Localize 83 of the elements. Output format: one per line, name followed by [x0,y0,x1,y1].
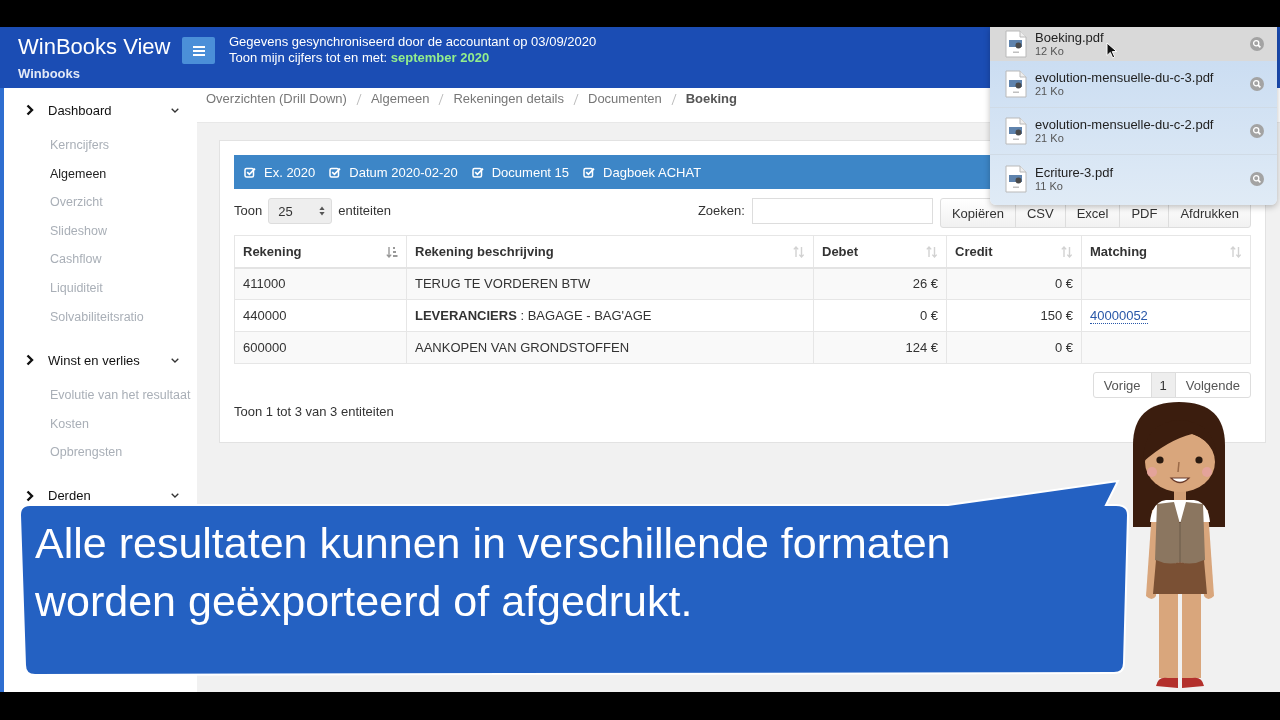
pdf-file-icon [1005,29,1027,58]
file-size: 11 Ko [1035,179,1063,193]
sidebar-section-label[interactable]: Winst en verlies [48,352,171,368]
sidebar-item[interactable]: Algemeen [4,159,197,189]
mouse-pointer-icon [1106,42,1118,59]
table-cell: TERUG TE VORDEREN BTW [406,267,814,300]
company-name: Winbooks [18,66,81,82]
file-name: evolution-mensuelle-du-c-2.pdf [1035,117,1214,132]
table-cell: 440000 [234,299,407,332]
file-name: Boeking.pdf [1035,29,1104,45]
magnifier-icon[interactable] [1250,124,1264,138]
filter-label: Dagboek ACHAT [603,164,702,180]
sync-status-text: Gegevens gesynchroniseerd door de accountant op 03/09/2020 [229,34,597,50]
breadcrumb-link[interactable]: Documenten [588,90,662,108]
slash-icon [355,93,362,106]
table-cell: 600000 [234,331,407,364]
column-header[interactable]: Rekening beschrijving [406,235,814,268]
table-info-text: Toon 1 tot 3 van 3 entiteiten [234,404,395,420]
table-cell: 0 € [946,331,1082,364]
length-label: Toon [234,202,263,220]
page-button[interactable]: 1 [1150,372,1176,398]
chevron-down-icon[interactable] [171,493,179,499]
caption-text: Alle resultaten kunnen in verschillende formaten worden geëxporteerd of afgedrukt. [35,518,952,627]
slash-icon [573,93,579,106]
file-name: Ecriture-3.pdf [1035,164,1114,180]
length-label: entiteiten [338,202,391,220]
table-cell: 0 € [946,267,1082,300]
pdf-file-icon [1005,117,1027,145]
table-cell: AANKOPEN VAN GRONDSTOFFEN [406,331,814,364]
menu-icon [192,45,205,56]
previous-page-button[interactable]: Vorige [1092,372,1152,398]
pdf-file-icon [1005,164,1027,193]
file-size: 12 Ko [1035,44,1064,58]
file-size: 21 Ko [1035,85,1064,98]
sidebar-section-label[interactable]: Dashboard [48,102,171,118]
export-button[interactable]: Kopiëren [939,198,1016,228]
page-length-select[interactable]: 25 [268,198,333,224]
filter-label: Datum 2020-02-20 [349,164,458,180]
table-cell: 411000 [234,267,407,300]
file-size: 21 Ko [1035,132,1064,145]
sidebar-section-label[interactable]: Derden [48,488,171,504]
breadcrumb-current-page: Boeking [685,90,737,108]
breadcrumb-link[interactable]: Rekeningen details [453,90,564,108]
chevron-right-icon [26,354,34,367]
magnifier-icon[interactable] [1250,77,1264,91]
download-item[interactable]: Boeking.pdf 12 Ko [990,27,1277,61]
column-header[interactable]: Matching [1081,235,1251,268]
table-cell: 124 € [813,331,947,364]
checked-checkbox-icon[interactable] [244,166,256,178]
checked-checkbox-icon[interactable] [329,166,342,178]
slash-icon [670,93,677,106]
breadcrumb-link[interactable]: Overzichten (Drill Down) [206,90,347,108]
download-item[interactable]: evolution-mensuelle-du-c-2.pdf 21 Ko [990,108,1277,155]
table-cell: 26 € [813,267,947,300]
search-field[interactable] [751,198,933,224]
column-header[interactable]: Credit [946,235,1082,268]
chevron-right-icon [26,104,34,116]
search-label: Zoeken: [697,202,745,220]
app-title: WinBooks View [18,34,172,60]
checked-checkbox-icon[interactable] [471,166,484,178]
filter-label: Ex. 2020 [264,164,316,180]
select-caret-icon [319,206,326,216]
next-page-button[interactable]: Volgende [1174,372,1251,398]
column-header[interactable]: Rekening [234,235,407,268]
period-text: Toon mijn cijfers tot en met: september 2020 [229,50,491,66]
chevron-right-icon [26,489,34,502]
matching-link[interactable]: 40000052 [1090,308,1148,324]
download-item[interactable]: evolution-mensuelle-du-c-3.pdf 21 Ko [990,61,1277,108]
column-header[interactable]: Debet [813,235,947,268]
file-name: evolution-mensuelle-du-c-3.pdf [1035,70,1214,85]
checked-checkbox-icon[interactable] [583,166,596,178]
table-cell: 0 € [813,299,947,332]
chevron-down-icon[interactable] [171,107,179,113]
magnifier-icon[interactable] [1250,36,1264,51]
filter-label: Document 15 [491,164,570,180]
slash-icon [438,93,445,106]
menu-button[interactable] [182,37,215,64]
magnifier-icon[interactable] [1250,171,1264,186]
chevron-down-icon[interactable] [171,357,179,363]
pdf-file-icon [1005,70,1027,98]
table-cell: LEVERANCIERS : BAGAGE - BAG'AGE [406,299,814,332]
table-cell: 150 € [946,299,1082,332]
breadcrumb-link[interactable]: Algemeen [370,90,430,108]
